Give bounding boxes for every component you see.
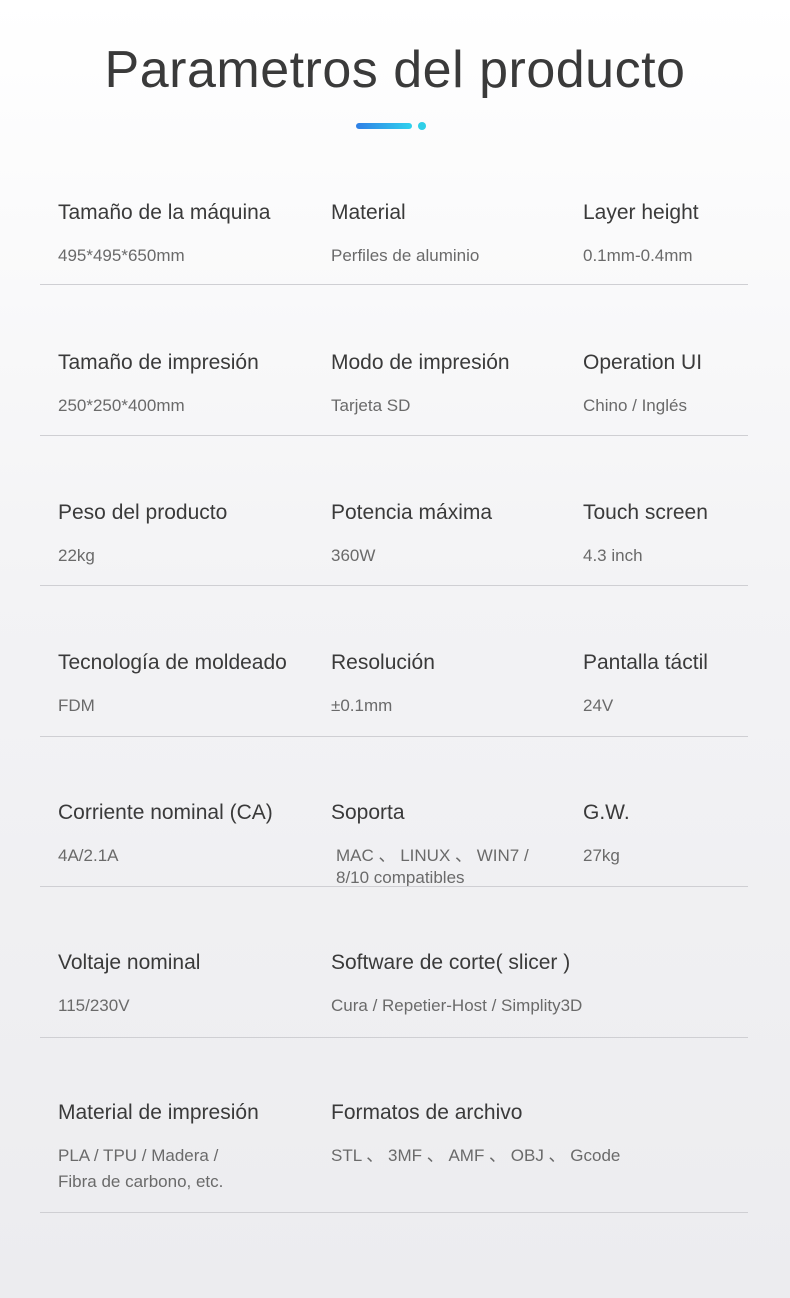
spec-material: Material Perfiles de aluminio — [331, 200, 479, 268]
spec-label: Tamaño de la máquina — [58, 201, 271, 224]
spec-value: Cura / Repetier-Host / Simplity3D — [331, 996, 583, 1015]
spec-touch-panel: Pantalla táctil 24V — [583, 650, 708, 718]
accent-bar — [356, 123, 412, 129]
row-divider — [40, 736, 748, 737]
spec-value: 4A/2.1A — [58, 846, 119, 865]
spec-rated-voltage: Voltaje nominal 115/230V — [58, 950, 200, 1018]
spec-value: STL 、 3MF 、 AMF 、 OBJ 、 Gcode — [331, 1146, 621, 1165]
spec-value: 24V — [583, 696, 614, 715]
spec-label: Touch screen — [583, 501, 708, 524]
spec-file-formats: Formatos de archivo STL 、 3MF 、 AMF 、 OB… — [331, 1100, 620, 1168]
spec-operation-ui: Operation UI Chino / Inglés — [583, 350, 702, 418]
spec-label: Corriente nominal (CA) — [58, 801, 273, 824]
row-divider — [40, 585, 748, 586]
spec-value: 495*495*650mm — [58, 246, 185, 265]
spec-value: 22kg — [58, 546, 95, 565]
accent-dot — [418, 122, 426, 130]
spec-value: FDM — [58, 696, 95, 715]
row-divider — [40, 435, 748, 436]
page-title: Parametros del producto — [104, 41, 686, 99]
spec-value: 4.3 inch — [583, 546, 643, 565]
spec-label: Resolución — [331, 651, 435, 674]
spec-slicer-software: Software de corte( slicer ) Cura / Repet… — [331, 950, 582, 1018]
spec-label: Material — [331, 201, 406, 224]
spec-molding-technology: Tecnología de moldeado FDM — [58, 650, 287, 718]
spec-gross-weight: G.W. 27kg — [583, 800, 630, 868]
spec-product-weight: Peso del producto 22kg — [58, 500, 227, 568]
spec-label: Pantalla táctil — [583, 651, 708, 674]
row-divider — [40, 284, 748, 285]
spec-print-material: Material de impresión PLA / TPU / Madera… — [58, 1100, 259, 1195]
spec-value: Tarjeta SD — [331, 396, 411, 415]
spec-label: Peso del producto — [58, 501, 228, 524]
spec-label: Voltaje nominal — [58, 951, 201, 974]
spec-label: Soporta — [331, 801, 405, 824]
spec-value: 0.1mm-0.4mm — [583, 246, 693, 265]
spec-touch-screen: Touch screen 4.3 inch — [583, 500, 708, 568]
spec-print-size: Tamaño de impresión 250*250*400mm — [58, 350, 259, 418]
spec-label: Tecnología de moldeado — [58, 651, 287, 674]
spec-value: ±0.1mm — [331, 696, 393, 715]
spec-label: Modo de impresión — [331, 351, 510, 374]
spec-supported-os: Soporta MAC 、 LINUX 、 WIN7 / 8/10 compat… — [331, 800, 556, 889]
spec-max-power: Potencia máxima 360W — [331, 500, 492, 568]
spec-resolution: Resolución ±0.1mm — [331, 650, 435, 718]
spec-print-mode: Modo de impresión Tarjeta SD — [331, 350, 510, 418]
spec-label: Software de corte( slicer ) — [331, 951, 571, 974]
spec-value: MAC 、 LINUX 、 WIN7 / 8/10 compatibles — [336, 846, 529, 887]
spec-value: Perfiles de aluminio — [331, 246, 480, 265]
spec-value: 360W — [331, 546, 376, 565]
row-divider — [40, 886, 748, 887]
spec-value: PLA / TPU / Madera / Fibra de carbono, e… — [58, 1146, 224, 1191]
spec-value: 250*250*400mm — [58, 396, 185, 415]
spec-label: Potencia máxima — [331, 501, 493, 524]
spec-label: Formatos de archivo — [331, 1101, 523, 1124]
spec-value: Chino / Inglés — [583, 396, 687, 415]
spec-machine-size: Tamaño de la máquina 495*495*650mm — [58, 200, 270, 268]
spec-rated-current: Corriente nominal (CA) 4A/2.1A — [58, 800, 273, 868]
spec-label: Material de impresión — [58, 1101, 259, 1124]
row-divider — [40, 1037, 748, 1038]
spec-label: Operation UI — [583, 351, 703, 374]
spec-label: Tamaño de impresión — [58, 351, 259, 374]
spec-label: G.W. — [583, 801, 630, 824]
spec-label: Layer height — [583, 201, 699, 224]
spec-value: 27kg — [583, 846, 620, 865]
spec-layer-height: Layer height 0.1mm-0.4mm — [583, 200, 699, 268]
spec-value: 115/230V — [58, 996, 130, 1015]
row-divider — [40, 1212, 748, 1213]
